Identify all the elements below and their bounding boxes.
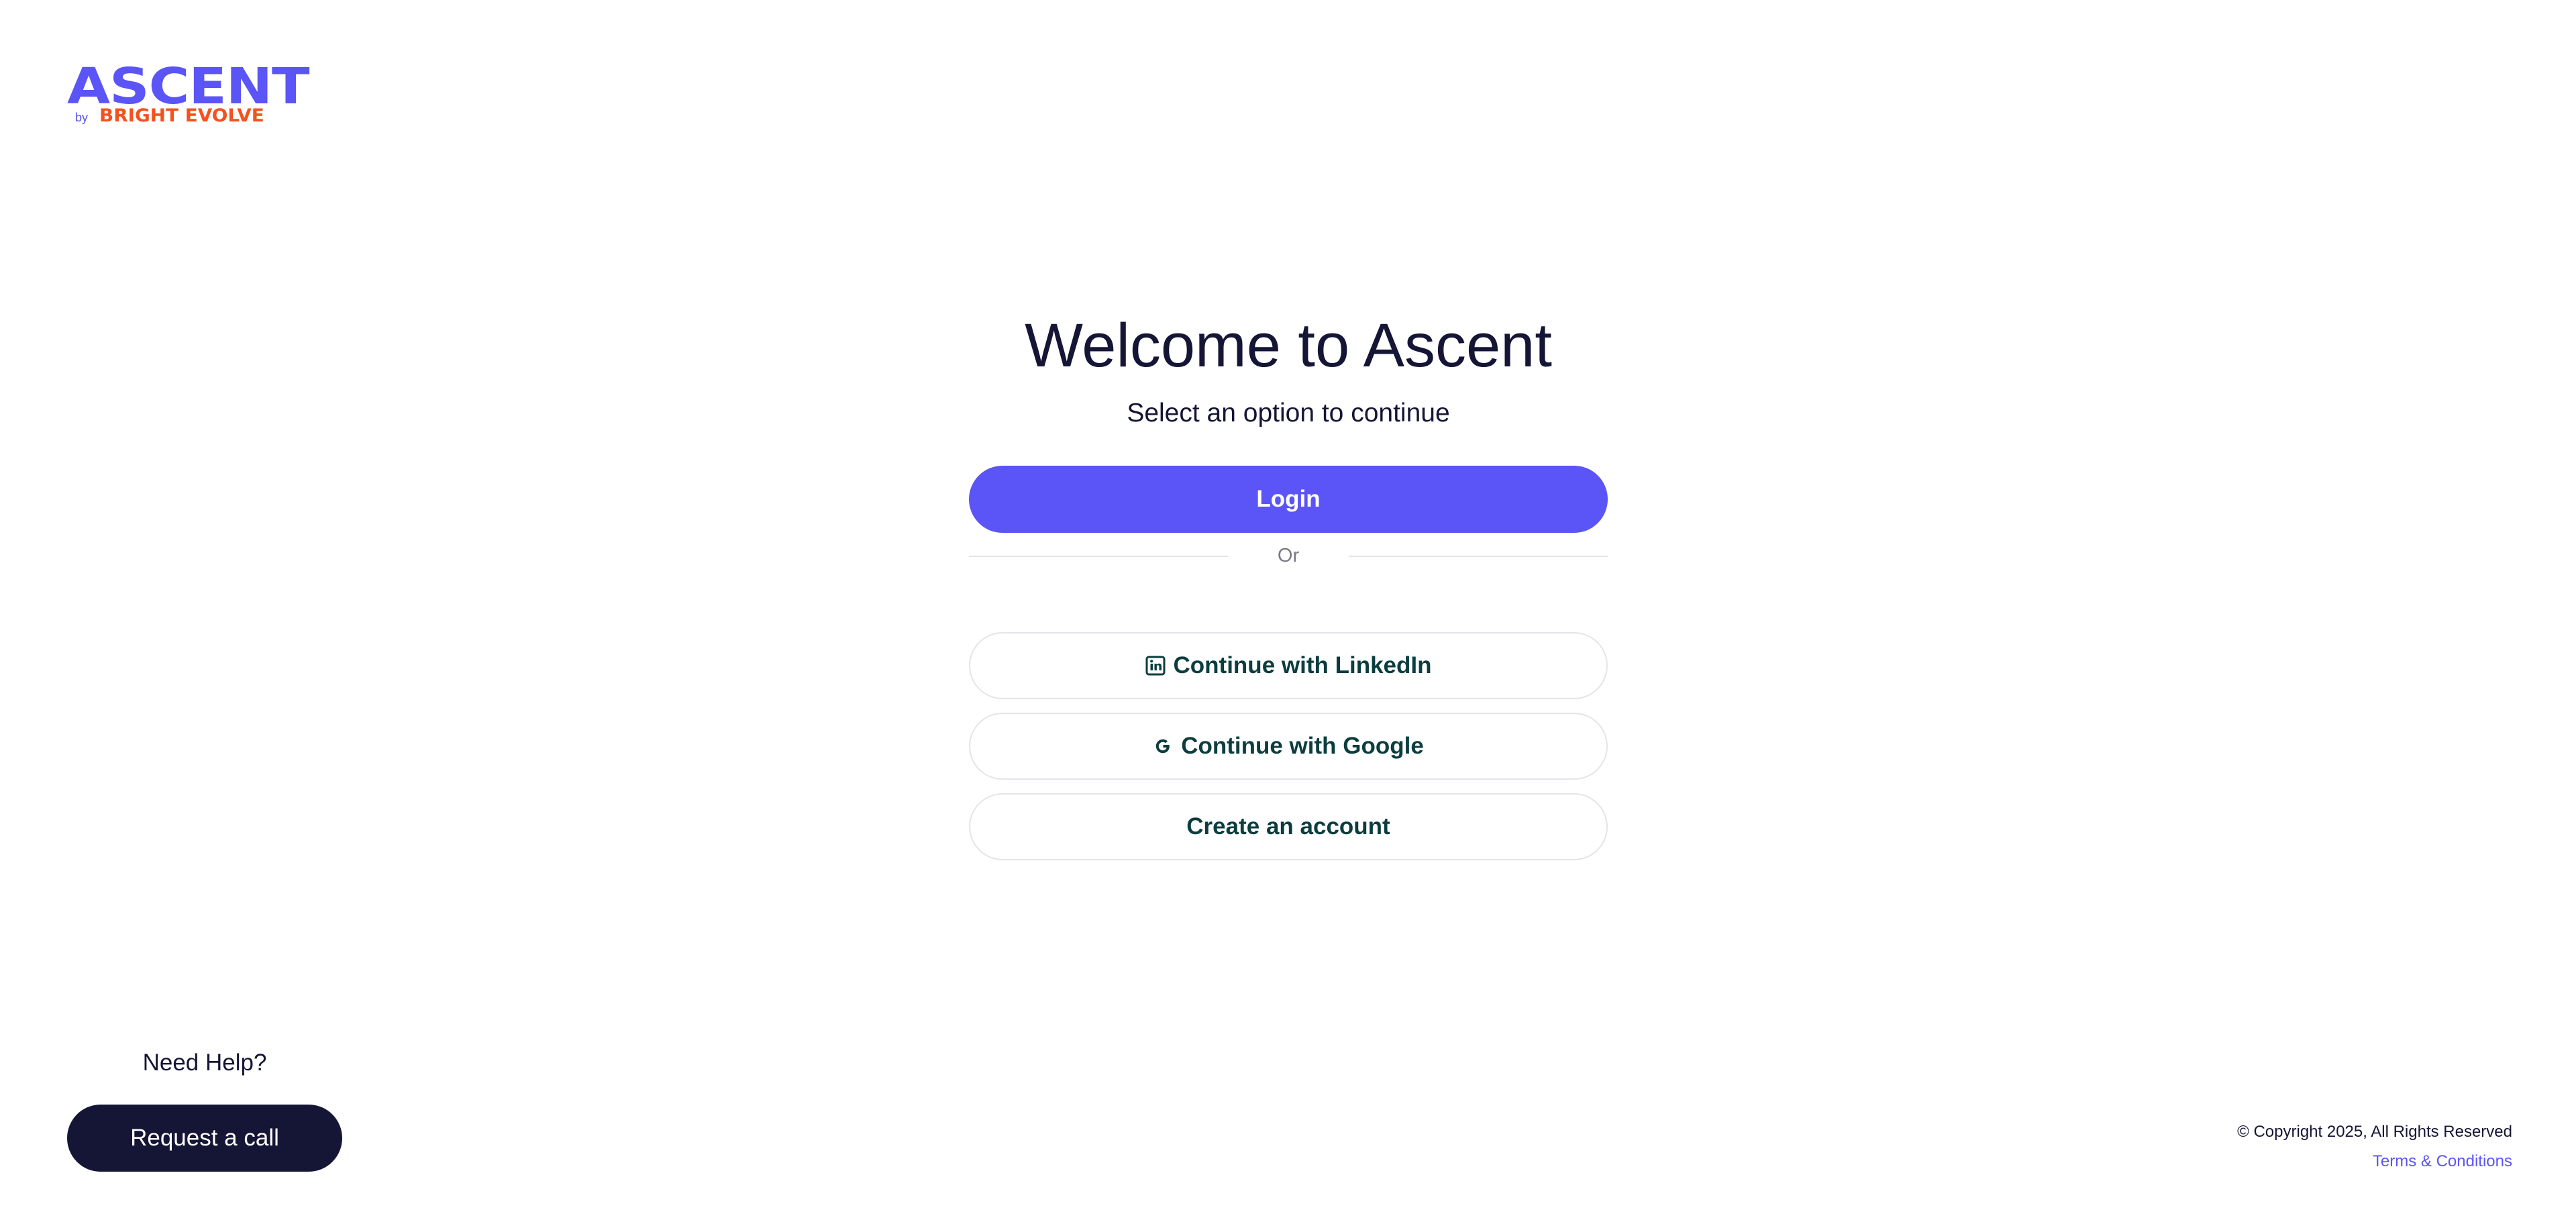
google-button[interactable]: Continue with Google [969, 713, 1608, 780]
welcome-panel: Welcome to Ascent Select an option to co… [969, 309, 1608, 860]
google-button-label: Continue with Google [1181, 733, 1424, 759]
logo-by-text: by [75, 111, 89, 124]
page-title: Welcome to Ascent [1025, 311, 1552, 380]
divider-line-right [1349, 556, 1608, 557]
terms-link[interactable]: Terms & Conditions [2373, 1152, 2512, 1172]
google-icon [1153, 736, 1173, 756]
login-button-label: Login [1256, 486, 1321, 512]
create-account-button[interactable]: Create an account [969, 793, 1608, 860]
logo-brand-text: BRIGHT EVOLVE [99, 105, 264, 126]
logo-wordmark: ASCENT [67, 58, 310, 115]
ascent-logo[interactable]: ASCENT by BRIGHT EVOLVE [67, 62, 310, 129]
need-help-label: Need Help? [142, 1050, 267, 1076]
create-account-button-label: Create an account [1186, 813, 1390, 839]
or-divider: Or [969, 542, 1608, 569]
request-call-button[interactable]: Request a call [67, 1105, 342, 1172]
page: ASCENT by BRIGHT EVOLVE Welcome to Ascen… [0, 0, 2576, 1222]
linkedin-button[interactable]: Continue with LinkedIn [969, 632, 1608, 699]
request-call-button-label: Request a call [130, 1125, 279, 1151]
linkedin-icon [1145, 656, 1166, 676]
linkedin-button-label: Continue with LinkedIn [1173, 652, 1432, 678]
page-subtitle: Select an option to continue [1127, 399, 1450, 427]
copyright-text: © Copyright 2025, All Rights Reserved [2237, 1123, 2512, 1141]
login-button[interactable]: Login [969, 466, 1608, 533]
